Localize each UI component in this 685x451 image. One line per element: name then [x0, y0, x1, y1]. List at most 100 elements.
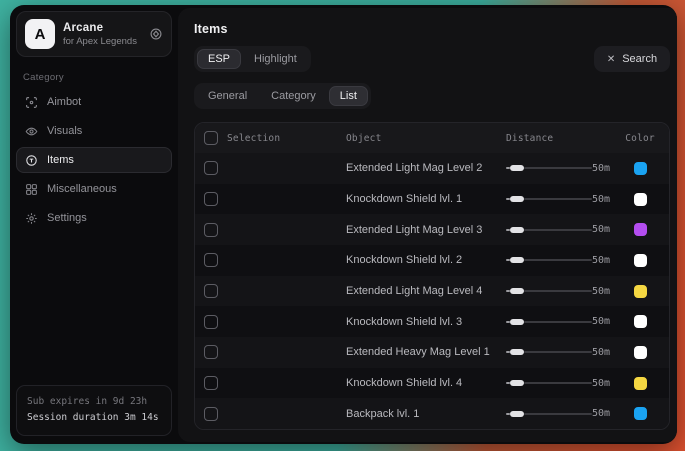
table-row: Extended Light Mag Level 2 50m: [195, 153, 669, 184]
slider-thumb[interactable]: [510, 349, 524, 355]
distance-slider[interactable]: [506, 165, 592, 171]
tab-esp[interactable]: ESP: [197, 49, 241, 69]
compass-icon[interactable]: [149, 27, 163, 41]
items-panel: Items ESP Highlight ✕ Search General Cat…: [178, 8, 677, 442]
search-button-label: Search: [622, 53, 657, 65]
row-checkbox[interactable]: [204, 345, 218, 359]
color-swatch[interactable]: [634, 254, 647, 267]
sidebar-item-aimbot[interactable]: Aimbot: [16, 89, 172, 115]
slider-thumb[interactable]: [510, 319, 524, 325]
sidebar-item-settings[interactable]: Settings: [16, 205, 172, 231]
color-swatch[interactable]: [634, 162, 647, 175]
object-name: Knockdown Shield lvl. 1: [346, 193, 506, 205]
object-name: Knockdown Shield lvl. 2: [346, 254, 506, 266]
distance-slider[interactable]: [506, 227, 592, 233]
distance-slider[interactable]: [506, 380, 592, 386]
distance-slider[interactable]: [506, 196, 592, 202]
sub-expires-text: Sub expires in 9d 23h: [27, 394, 161, 411]
table-row: Knockdown Shield lvl. 2 50m: [195, 245, 669, 276]
color-swatch[interactable]: [634, 346, 647, 359]
distance-value: 50m: [592, 224, 610, 235]
object-name: Knockdown Shield lvl. 4: [346, 377, 506, 389]
sidebar-item-items[interactable]: Items: [16, 147, 172, 173]
table-row: Knockdown Shield lvl. 4 50m: [195, 368, 669, 399]
table-row: Extended Light Mag Level 4 50m: [195, 276, 669, 307]
search-shortcut-icon: ✕: [607, 54, 615, 65]
sidebar-item-label: Settings: [47, 212, 87, 224]
tab-highlight[interactable]: Highlight: [243, 49, 308, 69]
object-name: Extended Light Mag Level 3: [346, 224, 506, 236]
table-row: Extended Heavy Mag Level 1 50m: [195, 337, 669, 368]
object-name: Extended Light Mag Level 2: [346, 162, 506, 174]
distance-slider[interactable]: [506, 319, 592, 325]
slider-thumb[interactable]: [510, 380, 524, 386]
session-duration-text: Session duration 3m 14s: [27, 410, 161, 427]
slider-thumb[interactable]: [510, 257, 524, 263]
distance-value: 50m: [592, 378, 610, 389]
distance-slider[interactable]: [506, 349, 592, 355]
sidebar-item-label: Visuals: [47, 125, 82, 137]
distance-value: 50m: [592, 194, 610, 205]
select-all-checkbox[interactable]: [204, 131, 218, 145]
table-header: Selection Object Distance Color: [195, 123, 669, 153]
table-body: Extended Light Mag Level 2 50m Knockdown…: [195, 153, 669, 429]
color-swatch[interactable]: [634, 407, 647, 420]
distance-slider[interactable]: [506, 411, 592, 417]
slider-thumb[interactable]: [510, 227, 524, 233]
row-checkbox[interactable]: [204, 376, 218, 390]
table-row: Extended Light Mag Level 3 50m: [195, 214, 669, 245]
category-label: Category: [23, 72, 178, 83]
page-title: Items: [194, 22, 670, 36]
column-header-color: Color: [620, 133, 660, 144]
row-checkbox[interactable]: [204, 284, 218, 298]
column-header-object: Object: [346, 133, 506, 144]
table-row: Knockdown Shield lvl. 1 50m: [195, 184, 669, 215]
sidebar-nav: Aimbot Visuals Items: [10, 89, 178, 231]
sidebar-item-visuals[interactable]: Visuals: [16, 118, 172, 144]
sidebar: A Arcane for Apex Legends Category: [10, 5, 178, 444]
slider-thumb[interactable]: [510, 411, 524, 417]
app-window: A Arcane for Apex Legends Category: [10, 5, 677, 444]
tab-category[interactable]: Category: [260, 86, 327, 106]
slider-thumb[interactable]: [510, 165, 524, 171]
tab-list[interactable]: List: [329, 86, 368, 106]
gear-icon: [25, 212, 38, 225]
distance-slider[interactable]: [506, 257, 592, 263]
app-subtitle: for Apex Legends: [63, 36, 141, 47]
slider-thumb[interactable]: [510, 288, 524, 294]
table-row: Backpack lvl. 1 50m: [195, 398, 669, 429]
color-swatch[interactable]: [634, 285, 647, 298]
sidebar-item-miscellaneous[interactable]: Miscellaneous: [16, 176, 172, 202]
row-checkbox[interactable]: [204, 161, 218, 175]
color-swatch[interactable]: [634, 193, 647, 206]
app-header: A Arcane for Apex Legends: [16, 11, 172, 57]
distance-value: 50m: [592, 255, 610, 266]
mode-tabs: ESP Highlight: [194, 46, 311, 72]
distance-slider[interactable]: [506, 288, 592, 294]
app-logo-letter: A: [35, 26, 46, 43]
row-checkbox[interactable]: [204, 253, 218, 267]
row-checkbox[interactable]: [204, 315, 218, 329]
object-name: Extended Light Mag Level 4: [346, 285, 506, 297]
slider-thumb[interactable]: [510, 196, 524, 202]
sidebar-item-label: Items: [47, 154, 74, 166]
color-swatch[interactable]: [634, 315, 647, 328]
column-header-selection: Selection: [227, 133, 346, 144]
subscription-info: Sub expires in 9d 23h Session duration 3…: [16, 385, 172, 436]
table-row: Knockdown Shield lvl. 3 50m: [195, 306, 669, 337]
row-checkbox[interactable]: [204, 192, 218, 206]
color-swatch[interactable]: [634, 377, 647, 390]
tab-general[interactable]: General: [197, 86, 258, 106]
distance-value: 50m: [592, 347, 610, 358]
row-checkbox[interactable]: [204, 223, 218, 237]
viewfinder-icon: [25, 96, 38, 109]
object-name: Knockdown Shield lvl. 3: [346, 316, 506, 328]
color-swatch[interactable]: [634, 223, 647, 236]
distance-value: 50m: [592, 316, 610, 327]
row-checkbox[interactable]: [204, 407, 218, 421]
column-header-distance: Distance: [506, 133, 620, 144]
sidebar-item-label: Miscellaneous: [47, 183, 117, 195]
search-button[interactable]: ✕ Search: [594, 46, 670, 72]
object-name: Backpack lvl. 1: [346, 408, 506, 420]
object-name: Extended Heavy Mag Level 1: [346, 346, 506, 358]
